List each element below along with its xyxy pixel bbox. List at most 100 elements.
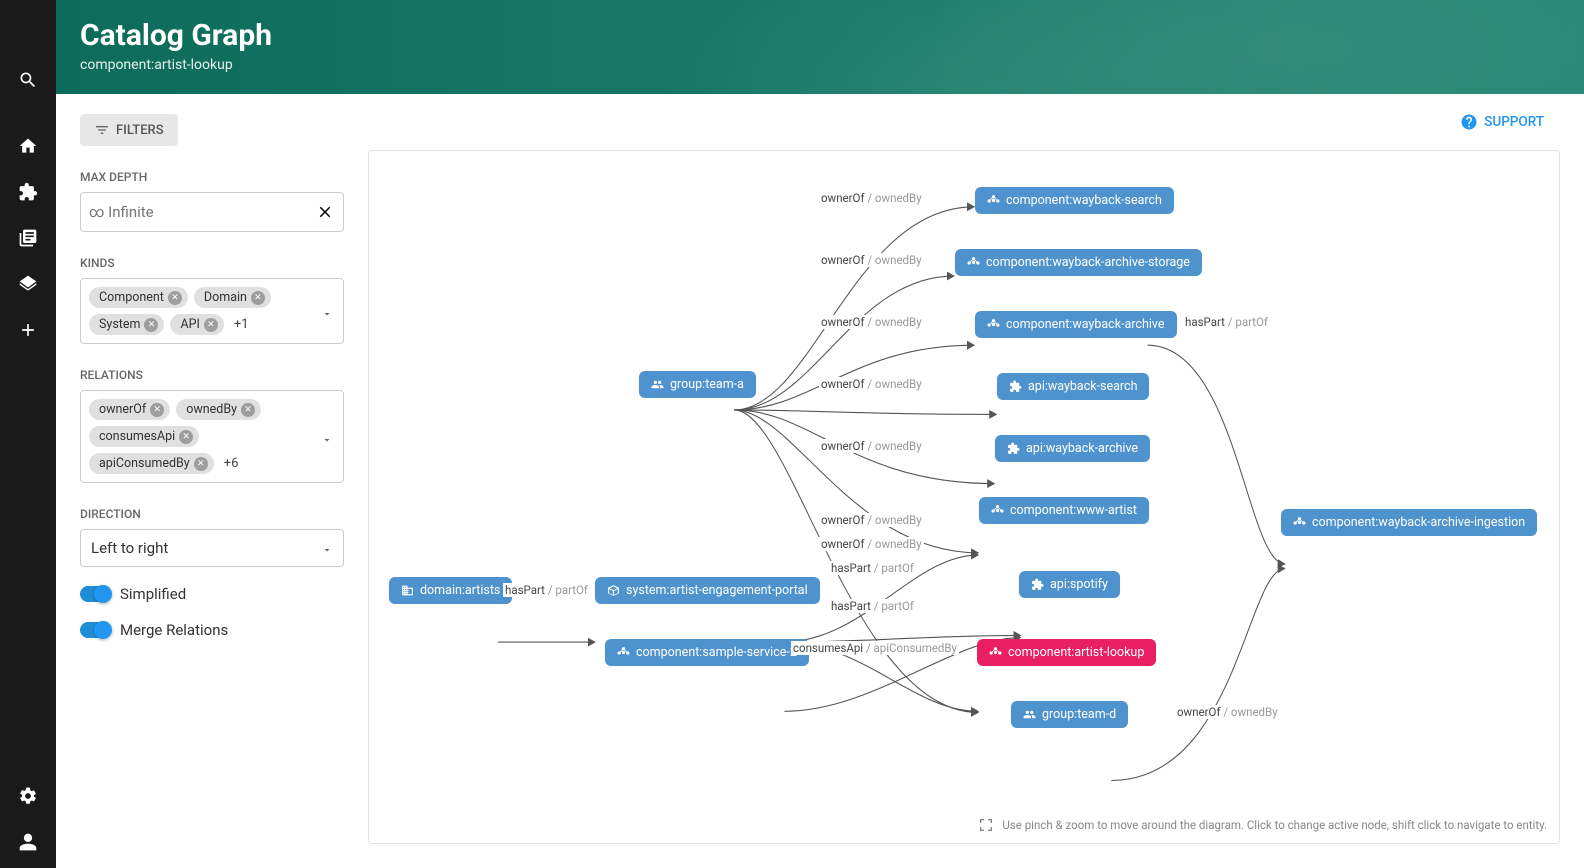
max-depth-field[interactable]: [80, 192, 344, 232]
chip-remove[interactable]: ✕: [179, 430, 193, 444]
rail-layers[interactable]: [8, 264, 48, 304]
system-icon: [607, 584, 620, 597]
chip-remove[interactable]: ✕: [168, 291, 182, 305]
support-button[interactable]: Support: [1460, 113, 1544, 131]
chip-remove[interactable]: ✕: [194, 457, 208, 471]
filter-sidebar: Filters Max Depth Kinds Component✕ Domain…: [56, 94, 368, 868]
node-wb_ingestion[interactable]: component:wayback-archive-ingestion: [1281, 509, 1537, 536]
relations-field[interactable]: ownerOf✕ ownedBy✕ consumesApi✕ apiConsumedB…: [80, 390, 344, 483]
rail-docs[interactable]: [8, 218, 48, 258]
relations-expand[interactable]: [321, 431, 333, 443]
user-icon: [18, 832, 38, 852]
component-icon: [987, 318, 1000, 331]
home-icon: [18, 136, 38, 156]
rail-profile[interactable]: [8, 822, 48, 862]
chevron-down-icon: [321, 544, 333, 556]
node-wb_archive_c[interactable]: component:wayback-archive: [975, 311, 1177, 338]
node-artist_lookup[interactable]: component:artist-lookup: [977, 639, 1156, 666]
chip-api[interactable]: API✕: [170, 314, 223, 335]
left-rail: [0, 0, 56, 868]
help-icon: [1460, 113, 1478, 131]
edge-label-e12: hasPart / partOf: [1183, 315, 1270, 329]
chip-ownedby[interactable]: ownedBy✕: [176, 399, 261, 420]
node-team_a[interactable]: group:team-a: [639, 371, 756, 398]
chip-remove[interactable]: ✕: [150, 403, 164, 417]
node-spotify[interactable]: api:spotify: [1019, 571, 1120, 598]
rail-settings[interactable]: [8, 776, 48, 816]
graph-canvas[interactable]: group:team-a component:wayback-search comp…: [368, 150, 1560, 844]
simplified-toggle[interactable]: [80, 586, 110, 602]
filter-icon: [94, 122, 110, 138]
chip-ownerof[interactable]: ownerOf✕: [89, 399, 170, 420]
node-wb_search_c[interactable]: component:wayback-search: [975, 187, 1174, 214]
chip-more[interactable]: +1: [230, 317, 249, 332]
chip-remove[interactable]: ✕: [251, 291, 265, 305]
edge-label-e11: consumesApi / apiConsumedBy: [791, 641, 959, 655]
node-wb_storage[interactable]: component:wayback-archive-storage: [955, 249, 1202, 276]
group-icon: [651, 378, 664, 391]
relations-label: Relations: [80, 368, 344, 382]
max-depth-label: Max Depth: [80, 170, 344, 184]
filters-button[interactable]: Filters: [80, 114, 178, 146]
component-icon: [1293, 516, 1306, 529]
chip-remove[interactable]: ✕: [241, 403, 255, 417]
rail-home[interactable]: [8, 126, 48, 166]
component-icon: [987, 194, 1000, 207]
direction-select[interactable]: Left to right: [80, 529, 344, 567]
edge-label-e3: ownerOf / ownedBy: [819, 315, 924, 329]
max-depth-input[interactable]: [89, 203, 315, 221]
direction-value: Left to right: [91, 539, 168, 557]
close-icon: [316, 203, 334, 221]
page-header: Catalog Graph component:artist-lookup: [56, 0, 1584, 94]
chip-consumesapi[interactable]: consumesApi✕: [89, 426, 199, 447]
edge-label-e2: ownerOf / ownedBy: [819, 253, 924, 267]
api-icon: [1009, 380, 1022, 393]
chip-remove[interactable]: ✕: [204, 318, 218, 332]
plus-icon: [18, 320, 38, 340]
expand-icon: [978, 817, 994, 833]
filters-button-label: Filters: [116, 123, 164, 138]
simplified-label: Simplified: [120, 585, 186, 603]
chip-remove[interactable]: ✕: [144, 318, 158, 332]
chip-more[interactable]: +6: [220, 456, 239, 471]
merge-toggle[interactable]: [80, 622, 110, 638]
chevron-down-icon: [321, 434, 333, 446]
node-team_d[interactable]: group:team-d: [1011, 701, 1128, 728]
edge-label-e10: hasPart / partOf: [503, 583, 590, 597]
rail-search[interactable]: [8, 60, 48, 100]
chip-system[interactable]: System✕: [89, 314, 164, 335]
page-subtitle: component:artist-lookup: [80, 57, 1560, 73]
merge-label: Merge Relations: [120, 621, 228, 639]
edge-label-e1: ownerOf / ownedBy: [819, 191, 924, 205]
canvas-hint: Use pinch & zoom to move around the diag…: [978, 817, 1547, 833]
node-sample_svc[interactable]: component:sample-service-2: [605, 639, 809, 666]
domain-icon: [401, 584, 414, 597]
chip-domain[interactable]: Domain✕: [194, 287, 271, 308]
api-icon: [1031, 578, 1044, 591]
max-depth-clear[interactable]: [315, 202, 335, 222]
gear-icon: [18, 786, 38, 806]
edge-label-e13: ownerOf / ownedBy: [1175, 705, 1280, 719]
node-wb_search_a[interactable]: api:wayback-search: [997, 373, 1149, 400]
component-icon: [967, 256, 980, 269]
component-icon: [989, 646, 1002, 659]
logo-icon[interactable]: [16, 12, 40, 36]
node-wb_archive_a[interactable]: api:wayback-archive: [995, 435, 1150, 462]
edge-label-e9: hasPart / partOf: [829, 599, 916, 613]
edge-label-e7: ownerOf / ownedBy: [819, 537, 924, 551]
support-label: Support: [1484, 114, 1544, 130]
rail-create[interactable]: [8, 310, 48, 350]
node-domain_artists[interactable]: domain:artists: [389, 577, 512, 604]
node-system_aep[interactable]: system:artist-engagement-portal: [595, 577, 820, 604]
chip-apiconsumedby[interactable]: apiConsumedBy✕: [89, 453, 214, 474]
rail-plugins[interactable]: [8, 172, 48, 212]
chip-component[interactable]: Component✕: [89, 287, 188, 308]
direction-label: Direction: [80, 507, 344, 521]
kinds-label: Kinds: [80, 256, 344, 270]
chevron-down-icon: [321, 308, 333, 320]
kinds-field[interactable]: Component✕ Domain✕ System✕ API✕ +1: [80, 278, 344, 344]
kinds-expand[interactable]: [321, 305, 333, 317]
node-www_artist[interactable]: component:www-artist: [979, 497, 1149, 524]
layers-icon: [18, 274, 38, 294]
edge-label-e5: ownerOf / ownedBy: [819, 439, 924, 453]
